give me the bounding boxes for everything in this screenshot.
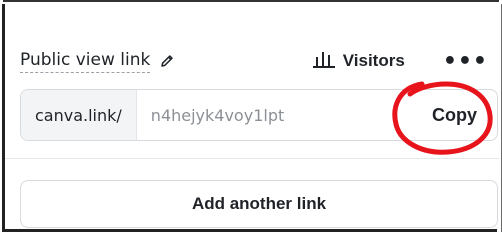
bar-chart-icon bbox=[312, 50, 335, 72]
section-divider bbox=[5, 158, 499, 159]
visitors-button[interactable]: Visitors bbox=[312, 50, 405, 72]
share-link-field: canva.link/ Copy bbox=[20, 89, 498, 141]
add-another-link-button[interactable]: Add another link bbox=[20, 180, 498, 228]
link-header-row: Public view link Visitors ••• bbox=[20, 46, 492, 76]
link-domain-prefix: canva.link/ bbox=[21, 90, 137, 140]
link-slug-input[interactable] bbox=[136, 104, 432, 126]
pencil-icon[interactable] bbox=[158, 52, 176, 70]
public-view-link-label[interactable]: Public view link bbox=[20, 50, 151, 73]
visitors-label: Visitors bbox=[342, 51, 405, 70]
screenshot-top-border bbox=[3, 0, 499, 2]
copy-link-button[interactable]: Copy bbox=[432, 105, 497, 126]
more-horizontal-icon[interactable]: ••• bbox=[443, 49, 488, 74]
